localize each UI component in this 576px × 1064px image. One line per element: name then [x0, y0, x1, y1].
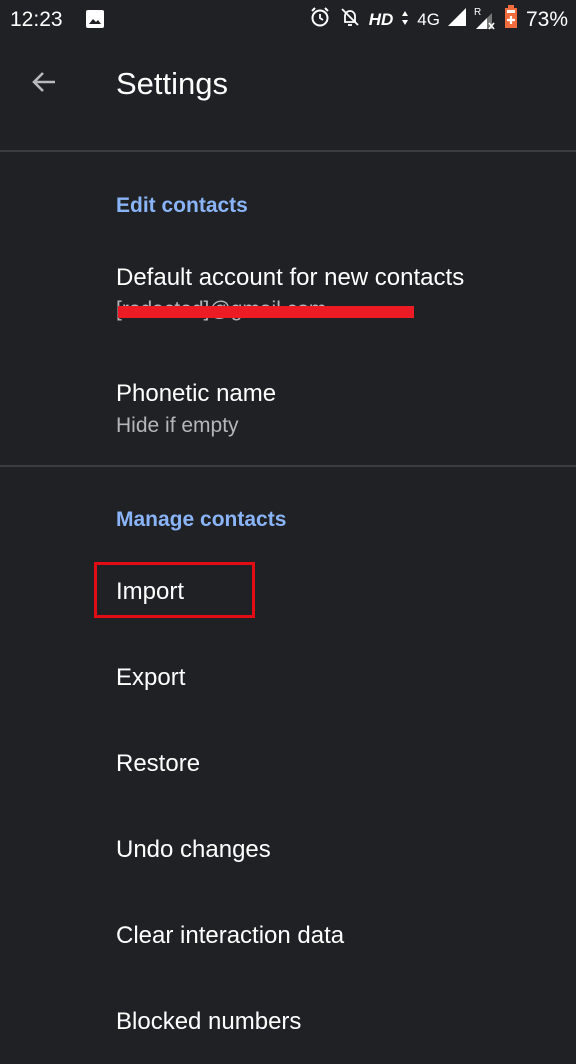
battery-percent: 73%: [525, 8, 568, 31]
alarm-icon: [309, 6, 331, 34]
page-title: Settings: [116, 66, 229, 101]
network-type: 4G: [417, 10, 440, 29]
battery-charging-icon: [504, 5, 518, 35]
divider: [0, 465, 576, 467]
data-activity-icon: [401, 9, 409, 32]
status-time: 12:23: [10, 8, 63, 31]
pref-summary: Hide if empty: [116, 414, 239, 437]
hd-indicator: HD: [368, 10, 394, 29]
pref-title: Phonetic name: [116, 380, 277, 407]
highlight-box: [94, 562, 255, 618]
pref-title: Blocked numbers: [116, 1008, 302, 1035]
pref-title: Export: [116, 664, 186, 691]
pref-default-account[interactable]: Default account for new contacts [redact…: [0, 240, 576, 350]
roaming-signal-icon: R: [474, 7, 496, 31]
pref-phonetic-name[interactable]: Phonetic name Hide if empty: [0, 360, 576, 456]
pref-title: Undo changes: [116, 836, 271, 863]
back-button[interactable]: [20, 62, 68, 106]
signal-icon: [447, 8, 466, 32]
pref-export[interactable]: Export: [0, 634, 576, 720]
app-bar: Settings: [0, 40, 576, 128]
notifications-off-icon: [339, 6, 361, 34]
divider: [0, 150, 576, 152]
status-bar: 12:23 HD 4G R 73%: [0, 0, 576, 40]
image-notification-icon: [86, 10, 104, 28]
arrow-back-icon: [30, 68, 58, 101]
pref-blocked-numbers[interactable]: Blocked numbers: [0, 978, 576, 1064]
section-header-manage-contacts: Manage contacts: [116, 508, 287, 531]
pref-clear-interaction-data[interactable]: Clear interaction data: [0, 892, 576, 978]
pref-undo-changes[interactable]: Undo changes: [0, 806, 576, 892]
pref-restore[interactable]: Restore: [0, 720, 576, 806]
redaction-bar: [118, 306, 414, 318]
pref-import[interactable]: Import: [0, 548, 576, 634]
pref-title: Restore: [116, 750, 201, 777]
pref-title: Default account for new contacts: [116, 264, 465, 291]
section-header-edit-contacts: Edit contacts: [116, 194, 248, 217]
pref-title: Clear interaction data: [116, 922, 345, 949]
